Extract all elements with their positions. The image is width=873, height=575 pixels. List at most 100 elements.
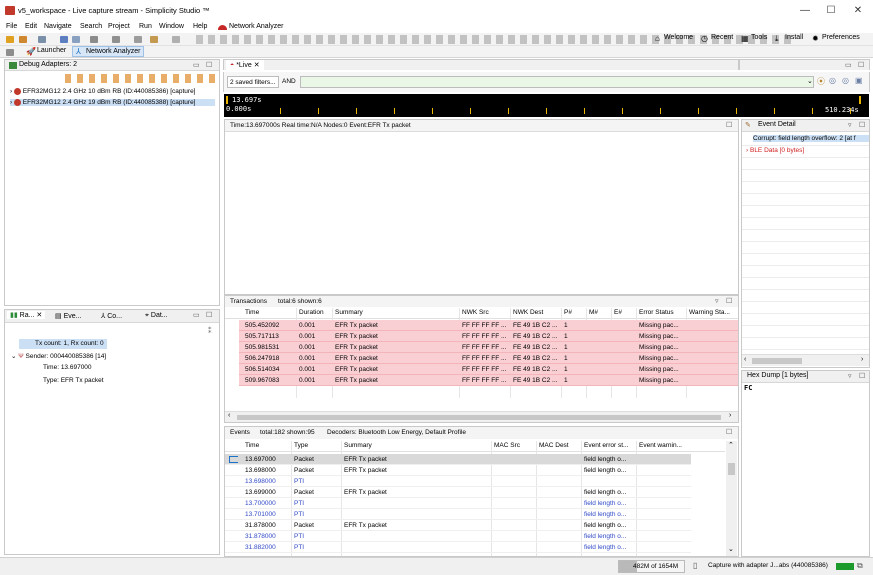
transaction-row[interactable]: 505.717113 0.001 EFR Tx packet FF FF FF FF … xyxy=(239,331,738,342)
adapter-item[interactable]: › EFR32MG12 2.4 GHz 10 dBm RB (ID:440085… xyxy=(10,88,196,95)
network-analyzer-menu[interactable]: Network Analyzer xyxy=(229,23,283,30)
welcome-button[interactable]: Welcome xyxy=(664,34,693,41)
saved-filters-select[interactable]: 2 saved filters... xyxy=(227,76,279,88)
column-header[interactable]: Duration xyxy=(299,309,333,316)
hex-dump-tab[interactable]: Hex Dump [1 bytes] ▿ ☐ xyxy=(742,371,869,383)
filter-apply-icon[interactable]: ⦿ xyxy=(817,76,825,87)
live-tab[interactable]: ◓ *Live ✕ xyxy=(226,60,264,71)
open-project-icon[interactable] xyxy=(19,36,27,43)
maximize-map-icon[interactable]: ☐ xyxy=(726,121,732,129)
view-menu-chevron-icon[interactable]: ▿ xyxy=(848,121,852,129)
scroll-down-icon[interactable]: ⌄ xyxy=(728,545,734,553)
transaction-row[interactable]: 506.247918 0.001 EFR Tx packet FF FF FF FF … xyxy=(239,353,738,364)
detail-ble-data[interactable]: › BLE Data [0 bytes] xyxy=(746,147,804,154)
column-header[interactable]: E# xyxy=(614,309,637,316)
menu-window[interactable]: Window xyxy=(159,23,184,30)
forward-icon[interactable] xyxy=(172,36,180,43)
preferences-button[interactable]: Preferences xyxy=(822,34,860,41)
debug-adapters-tab[interactable]: Debug Adapters: 2 ▭ ☐ xyxy=(5,60,219,71)
maximize-editor-icon[interactable]: ☐ xyxy=(858,61,864,69)
view-menu-chevron-icon[interactable]: ▿ xyxy=(715,297,719,305)
debug-icon[interactable] xyxy=(112,36,120,43)
network-analyzer-perspective-tab[interactable]: ⅄ Network Analyzer xyxy=(72,46,144,57)
event-row[interactable]: 13.699000 Packet EFR Tx packet field length… xyxy=(225,487,691,498)
transaction-row[interactable]: 505.452092 0.001 EFR Tx packet FF FF FF FF … xyxy=(239,320,738,331)
scroll-thumb[interactable] xyxy=(237,415,721,420)
filter-history-icon[interactable]: ◎ xyxy=(829,76,836,85)
column-header[interactable]: Time xyxy=(245,309,297,316)
event-row[interactable]: 31.878000 PTI field length o... xyxy=(225,531,691,542)
filter-dropdown-chevron-icon[interactable]: ⌄ xyxy=(807,77,813,85)
column-header[interactable]: Summary xyxy=(344,442,489,449)
minimize-view-icon[interactable]: ▭ xyxy=(193,311,200,319)
column-header[interactable]: NWK Src xyxy=(462,309,511,316)
heap-status[interactable]: 482M of 1654M xyxy=(618,560,685,573)
maximize-events-icon[interactable]: ☐ xyxy=(726,428,732,436)
menu-run[interactable]: Run xyxy=(139,23,152,30)
filter-options-icon[interactable]: ◎ xyxy=(842,76,849,85)
menu-project[interactable]: Project xyxy=(108,23,130,30)
tools-button[interactable]: Tools xyxy=(751,34,767,41)
column-header[interactable]: Event error st... xyxy=(584,442,636,449)
maximize-view-icon[interactable]: ☐ xyxy=(859,121,865,129)
event-row[interactable]: 13.698000 PTI xyxy=(225,476,691,487)
column-header[interactable]: NWK Dest xyxy=(513,309,562,316)
install-button[interactable]: Install xyxy=(785,34,803,41)
adapter-toolbar-icons[interactable] xyxy=(65,74,215,83)
scroll-thumb[interactable] xyxy=(728,463,735,475)
filter-expression-input[interactable] xyxy=(300,76,814,88)
menu-file[interactable]: File xyxy=(6,23,17,30)
save-all-icon[interactable] xyxy=(72,36,80,43)
launcher-perspective[interactable]: Launcher xyxy=(37,47,66,54)
event-detail-tab[interactable]: ✎ Event Detail ▿ ☐ xyxy=(742,120,869,132)
timeline[interactable]: 13.697s 0.000s 510.234s xyxy=(224,94,869,117)
scroll-right-icon[interactable]: › xyxy=(729,412,731,419)
column-header[interactable]: Time xyxy=(245,442,291,449)
save-icon[interactable] xyxy=(60,36,68,43)
collapse-icon[interactable]: ⁑ xyxy=(208,327,212,335)
tab-data[interactable]: ⌖ Dat... xyxy=(145,312,168,320)
transaction-row[interactable]: 505.981531 0.001 EFR Tx packet FF FF FF FF … xyxy=(239,342,738,353)
menu-navigate[interactable]: Navigate xyxy=(44,23,72,30)
detail-error-line[interactable]: Corrupt: field length overflow: 2 [at f xyxy=(753,135,869,142)
event-row[interactable]: 13.697000 Packet EFR Tx packet field length… xyxy=(225,454,691,465)
column-header[interactable]: Type xyxy=(294,442,340,449)
scroll-right-icon[interactable]: › xyxy=(861,356,863,363)
close-button[interactable]: ✕ xyxy=(845,2,871,20)
column-header[interactable]: P# xyxy=(564,309,587,316)
events-vscrollbar[interactable]: ⌃ ⌄ xyxy=(726,441,737,556)
adapter-item[interactable]: › EFR32MG12 2.4 GHz 19 dBm RB (ID:440085… xyxy=(10,99,215,107)
minimize-button[interactable]: — xyxy=(792,2,818,20)
transaction-row[interactable]: 509.967083 0.001 EFR Tx packet FF FF FF FF … xyxy=(239,375,738,386)
run-icon[interactable] xyxy=(134,36,142,43)
event-row[interactable]: 13.701000 PTI field length o... xyxy=(225,509,691,520)
column-header[interactable]: MAC Src xyxy=(494,442,536,449)
minimize-editor-icon[interactable]: ▭ xyxy=(845,61,852,69)
new-icon[interactable] xyxy=(38,36,46,43)
tab-radio[interactable]: ▮▮ Ra... ✕ xyxy=(7,311,46,319)
column-header[interactable]: M# xyxy=(589,309,612,316)
menu-edit[interactable]: Edit xyxy=(25,23,37,30)
column-header[interactable]: MAC Dest xyxy=(539,442,581,449)
scroll-thumb[interactable] xyxy=(752,358,802,364)
event-row[interactable]: 13.700000 PTI field length o... xyxy=(225,498,691,509)
sender-item[interactable]: ⌄ Ψ Sender: 000440085386 [14] xyxy=(11,352,106,360)
event-detail-hscrollbar[interactable]: ‹ › xyxy=(742,354,869,366)
scroll-left-icon[interactable]: ‹ xyxy=(744,356,746,363)
column-header[interactable]: Warning Sta... xyxy=(689,309,737,316)
open-folder-icon[interactable] xyxy=(6,36,14,43)
tab-events[interactable]: ▤ Eve... xyxy=(55,312,81,320)
event-row[interactable]: 13.698000 Packet EFR Tx packet field length… xyxy=(225,465,691,476)
column-header[interactable]: Summary xyxy=(335,309,460,316)
maximize-button[interactable]: ☐ xyxy=(818,2,844,20)
minimize-view-icon[interactable]: ▭ xyxy=(193,61,200,69)
maximize-view-icon[interactable]: ☐ xyxy=(859,372,865,380)
filter-edit-icon[interactable]: ▣ xyxy=(855,76,863,85)
tab-connections[interactable]: ⅄ Co... xyxy=(101,312,122,320)
trash-icon[interactable]: ▯ xyxy=(693,561,697,570)
view-menu-chevron-icon[interactable]: ▿ xyxy=(848,372,852,380)
maximize-transactions-icon[interactable]: ☐ xyxy=(726,297,732,305)
scroll-up-icon[interactable]: ⌃ xyxy=(728,441,734,449)
maximize-view-icon[interactable]: ☐ xyxy=(206,61,212,69)
column-header[interactable]: Event warnin... xyxy=(639,442,691,449)
